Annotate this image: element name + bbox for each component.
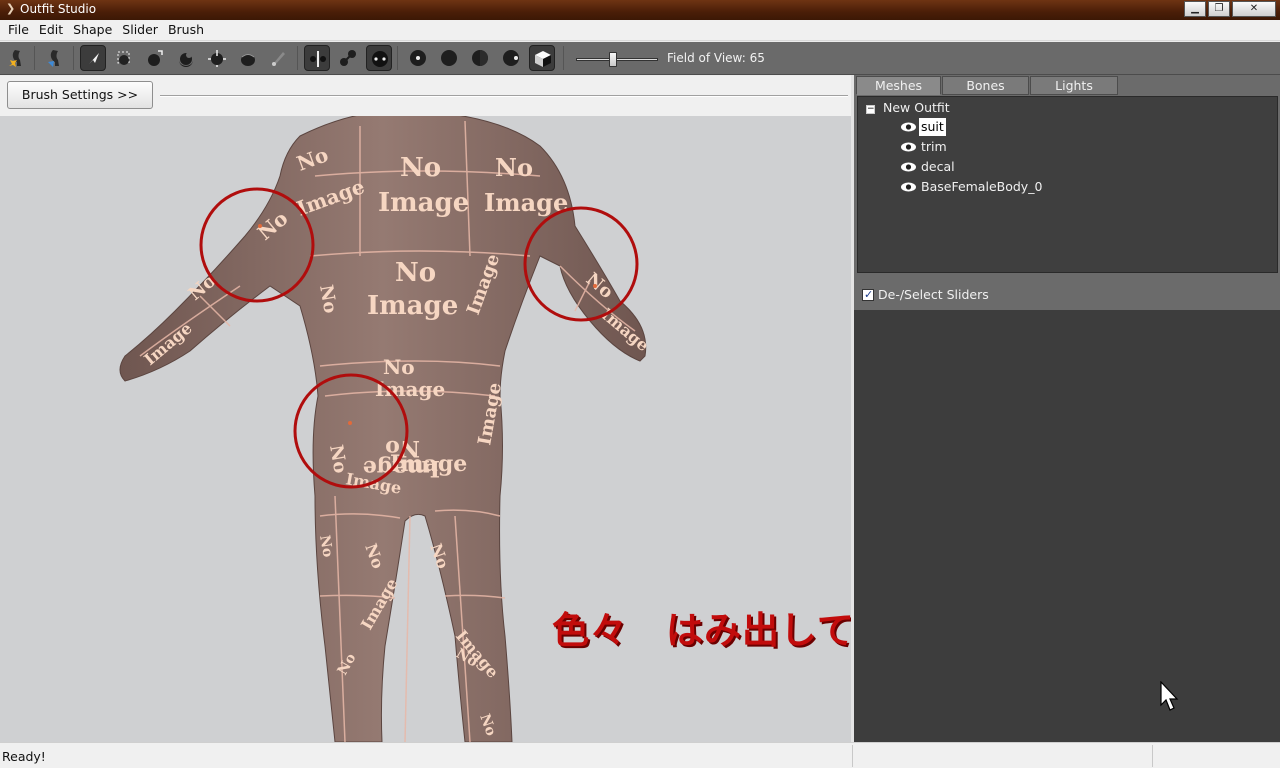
restore-button[interactable]: ❐ bbox=[1208, 1, 1230, 17]
texture-text: No bbox=[495, 153, 533, 182]
fov-slider-thumb[interactable] bbox=[609, 52, 617, 67]
brush-settings-divider bbox=[160, 95, 848, 97]
status-divider bbox=[1152, 745, 1153, 767]
mesh-item-suit[interactable]: suit bbox=[900, 118, 946, 136]
fov-label: Field of View: 65 bbox=[667, 51, 765, 65]
mask-tool-button[interactable] bbox=[111, 45, 137, 71]
fov-slider[interactable] bbox=[576, 52, 658, 67]
mesh-label: BaseFemaleBody_0 bbox=[921, 179, 1043, 194]
mirror-x-icon bbox=[310, 51, 326, 67]
tab-lights[interactable]: Lights bbox=[1030, 76, 1118, 95]
tab-bones[interactable]: Bones bbox=[942, 76, 1029, 95]
title-bar: ❯ Outfit Studio ▁ ❐ ✕ bbox=[0, 0, 1280, 20]
status-bar: Ready! bbox=[0, 742, 1280, 768]
mesh-view-solid-button[interactable] bbox=[436, 45, 462, 71]
texture-text: Image bbox=[375, 377, 445, 401]
show-points-button[interactable] bbox=[366, 45, 392, 71]
slider-list bbox=[854, 310, 1280, 742]
deflate-brush-icon bbox=[179, 52, 193, 67]
menu-slider[interactable]: Slider bbox=[117, 20, 163, 40]
eye-icon[interactable] bbox=[900, 161, 917, 173]
texture-toggle-icon bbox=[535, 51, 551, 67]
texture-text: No bbox=[383, 355, 415, 379]
mesh-view-point-icon bbox=[410, 50, 426, 66]
collapse-icon[interactable]: − bbox=[866, 105, 875, 114]
annotation-text: 色々 はみ出しています bbox=[552, 609, 851, 652]
smooth-brush-button[interactable] bbox=[235, 45, 261, 71]
tree-root-label: New Outfit bbox=[883, 100, 950, 115]
mouse-cursor-icon bbox=[1160, 681, 1179, 711]
fov-slider-track bbox=[576, 58, 658, 61]
texture-text: Image bbox=[363, 455, 440, 481]
right-panel: Meshes Bones Lights − New Outfit suit tri… bbox=[854, 75, 1280, 742]
close-button[interactable]: ✕ bbox=[1232, 1, 1276, 17]
select-tool-button[interactable] bbox=[80, 45, 106, 71]
mesh-view-point-button[interactable] bbox=[405, 45, 431, 71]
panel-tabs: Meshes Bones Lights bbox=[854, 75, 1280, 95]
mirror-x-button[interactable] bbox=[304, 45, 330, 71]
menu-shape[interactable]: Shape bbox=[68, 20, 117, 40]
app-icon: ❯ bbox=[6, 2, 16, 15]
tab-meshes[interactable]: Meshes bbox=[856, 76, 941, 95]
connected-only-icon bbox=[340, 50, 356, 66]
menu-bar: File Edit Shape Slider Brush bbox=[0, 20, 1280, 41]
connected-only-button[interactable] bbox=[335, 45, 361, 71]
mesh-label: suit bbox=[919, 118, 946, 136]
weight-brush-button[interactable] bbox=[266, 45, 292, 71]
load-reference-button[interactable] bbox=[4, 45, 30, 71]
texture-toggle-button[interactable] bbox=[529, 45, 555, 71]
status-divider bbox=[852, 745, 853, 767]
mesh-view-half-button[interactable] bbox=[467, 45, 493, 71]
mask-tool-icon bbox=[117, 51, 130, 65]
mesh-item-trim[interactable]: trim bbox=[900, 138, 949, 156]
load-outfit-icon bbox=[48, 50, 59, 67]
texture-text: No bbox=[400, 153, 441, 183]
mesh-view-dark-icon bbox=[503, 50, 519, 66]
eye-icon[interactable] bbox=[900, 121, 917, 133]
toolbar: Field of View: 65 bbox=[0, 42, 1280, 75]
minimize-button[interactable]: ▁ bbox=[1184, 1, 1206, 17]
inflate-brush-button[interactable] bbox=[142, 45, 168, 71]
mesh-view-solid-icon bbox=[441, 50, 457, 66]
select-tool-icon bbox=[89, 53, 99, 64]
mesh-tree: − New Outfit suit trim decal BaseFemaleBo… bbox=[857, 96, 1278, 273]
3d-viewport[interactable]: No Image No Image No Image No Image Imag… bbox=[0, 116, 851, 742]
inflate-brush-icon bbox=[148, 50, 163, 66]
mesh-view-dark-button[interactable] bbox=[498, 45, 524, 71]
mesh-label: decal bbox=[921, 159, 955, 174]
brush-settings-button[interactable]: Brush Settings >> bbox=[7, 81, 153, 109]
brush-settings-bar: Brush Settings >> bbox=[0, 76, 851, 116]
texture-text: No bbox=[395, 258, 436, 288]
eye-icon[interactable] bbox=[900, 141, 917, 153]
load-reference-icon bbox=[9, 50, 21, 67]
mesh-view-half-icon bbox=[472, 50, 488, 66]
menu-edit[interactable]: Edit bbox=[34, 20, 68, 40]
deselect-sliders-checkbox[interactable] bbox=[862, 288, 874, 301]
smooth-brush-icon bbox=[241, 54, 255, 66]
slider-panel-header: De-/Select Sliders bbox=[854, 281, 1280, 309]
status-text: Ready! bbox=[2, 749, 46, 764]
texture-text: Image bbox=[367, 291, 458, 321]
deselect-sliders-label: De-/Select Sliders bbox=[878, 287, 989, 302]
show-points-icon bbox=[372, 51, 388, 67]
window-title: Outfit Studio bbox=[20, 2, 97, 16]
move-brush-button[interactable] bbox=[204, 45, 230, 71]
menu-brush[interactable]: Brush bbox=[163, 20, 209, 40]
weight-brush-icon bbox=[272, 52, 285, 66]
mesh-item-basefemalebody[interactable]: BaseFemaleBody_0 bbox=[900, 178, 1044, 196]
tree-root[interactable]: − New Outfit bbox=[866, 99, 950, 117]
texture-text: Image bbox=[378, 188, 469, 218]
eye-icon[interactable] bbox=[900, 181, 917, 193]
mesh-item-decal[interactable]: decal bbox=[900, 158, 957, 176]
mesh-label: trim bbox=[921, 139, 947, 154]
move-brush-icon bbox=[208, 50, 226, 67]
window-controls: ▁ ❐ ✕ bbox=[1182, 1, 1276, 17]
deflate-brush-button[interactable] bbox=[173, 45, 199, 71]
menu-file[interactable]: File bbox=[3, 20, 34, 40]
load-outfit-button[interactable] bbox=[42, 45, 68, 71]
